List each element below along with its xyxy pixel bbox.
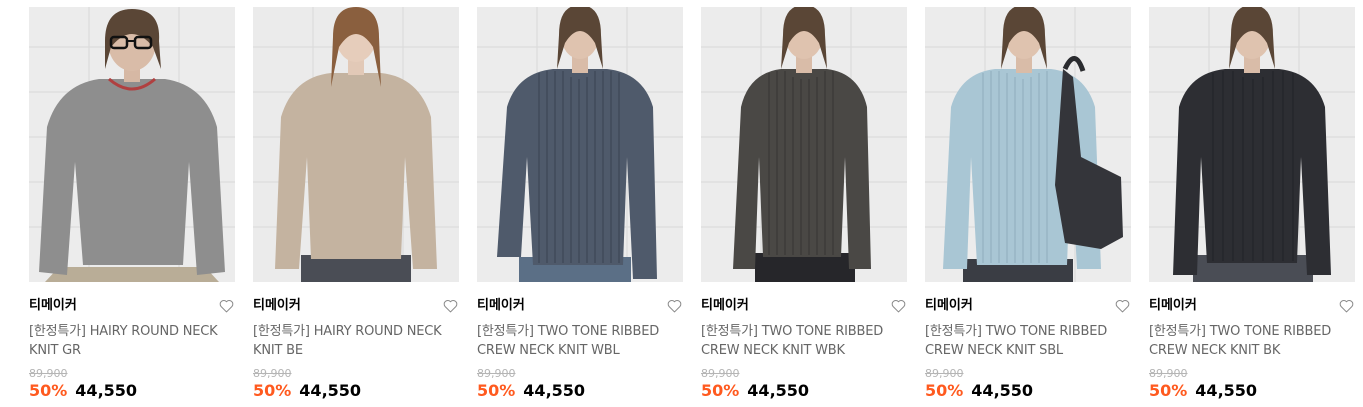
price-row: 50% 44,550 [925,381,1131,401]
heart-outline-icon[interactable] [1338,298,1355,314]
model-photo [701,7,907,282]
product-card[interactable]: 티메이커 [한정특가] TWO TONE RIBBED CREW NECK KN… [701,7,907,401]
original-price: 89,900 [253,367,292,380]
product-title[interactable]: [한정특가] TWO TONE RIBBED CREW NECK KNIT SB… [925,322,1131,360]
product-card[interactable]: 티메이커 [한정특가] TWO TONE RIBBED CREW NECK KN… [1149,7,1355,401]
sale-price: 44,550 [75,381,138,400]
model-photo [477,7,683,282]
heart-outline-icon[interactable] [218,298,235,314]
product-image[interactable] [701,7,907,282]
product-image[interactable] [29,7,235,282]
discount-rate: 50% [253,381,292,400]
price-row: 50% 44,550 [1149,381,1355,401]
sale-price: 44,550 [1195,381,1258,400]
discount-rate: 50% [1149,381,1188,400]
sale-price: 44,550 [299,381,362,400]
price-row: 50% 44,550 [29,381,235,401]
price-row: 50% 44,550 [253,381,459,401]
brand-name[interactable]: 티메이커 [701,298,749,314]
sale-price: 44,550 [971,381,1034,400]
product-title[interactable]: [한정특가] TWO TONE RIBBED CREW NECK KNIT BK [1149,322,1355,360]
discount-rate: 50% [29,381,68,400]
brand-name[interactable]: 티메이커 [477,298,525,314]
product-image[interactable] [925,7,1131,282]
model-photo [925,7,1131,282]
heart-outline-icon[interactable] [666,298,683,314]
brand-name[interactable]: 티메이커 [253,298,301,314]
original-price: 89,900 [29,367,68,380]
product-title[interactable]: [한정특가] HAIRY ROUND NECK KNIT BE [253,322,459,360]
discount-rate: 50% [701,381,740,400]
product-image[interactable] [1149,7,1355,282]
heart-outline-icon[interactable] [890,298,907,314]
product-card[interactable]: 티메이커 [한정특가] HAIRY ROUND NECK KNIT BE 89,… [253,7,459,401]
heart-outline-icon[interactable] [1114,298,1131,314]
original-price: 89,900 [1149,367,1188,380]
product-card[interactable]: 티메이커 [한정특가] TWO TONE RIBBED CREW NECK KN… [477,7,683,401]
price-row: 50% 44,550 [701,381,907,401]
product-image[interactable] [477,7,683,282]
product-card[interactable]: 티메이커 [한정특가] HAIRY ROUND NECK KNIT GR 89,… [29,7,235,401]
model-photo [1149,7,1355,282]
model-photo [253,7,459,282]
brand-name[interactable]: 티메이커 [1149,298,1197,314]
product-title[interactable]: [한정특가] HAIRY ROUND NECK KNIT GR [29,322,235,360]
original-price: 89,900 [477,367,516,380]
product-title[interactable]: [한정특가] TWO TONE RIBBED CREW NECK KNIT WB… [477,322,683,360]
sale-price: 44,550 [747,381,810,400]
discount-rate: 50% [477,381,516,400]
product-grid: 티메이커 [한정특가] HAIRY ROUND NECK KNIT GR 89,… [29,7,1355,401]
original-price: 89,900 [925,367,964,380]
product-card[interactable]: 티메이커 [한정특가] TWO TONE RIBBED CREW NECK KN… [925,7,1131,401]
model-photo [29,7,235,282]
price-row: 50% 44,550 [477,381,683,401]
brand-name[interactable]: 티메이커 [925,298,973,314]
product-title[interactable]: [한정특가] TWO TONE RIBBED CREW NECK KNIT WB… [701,322,907,360]
sale-price: 44,550 [523,381,586,400]
heart-outline-icon[interactable] [442,298,459,314]
discount-rate: 50% [925,381,964,400]
product-image[interactable] [253,7,459,282]
original-price: 89,900 [701,367,740,380]
brand-name[interactable]: 티메이커 [29,298,77,314]
